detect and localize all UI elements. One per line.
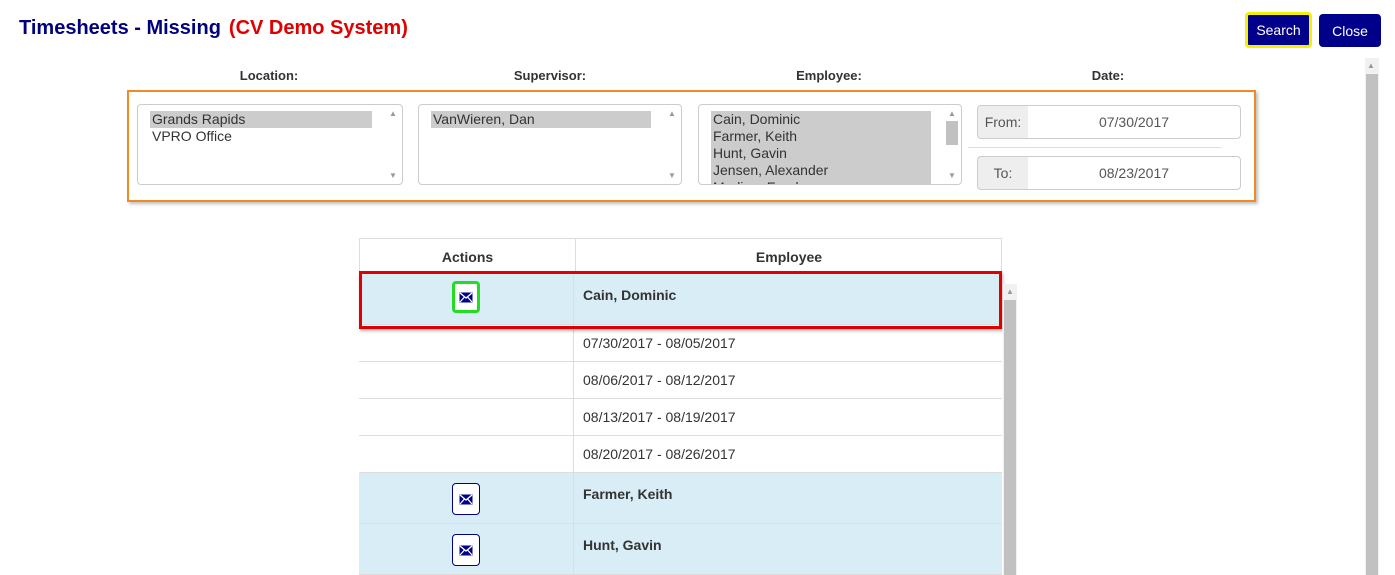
employee-name: Hunt, Gavin (583, 537, 662, 553)
period-range: 08/20/2017 - 08/26/2017 (583, 446, 736, 462)
from-label: From: (977, 105, 1029, 139)
period-row: 08/06/2017 - 08/12/2017 (359, 362, 1002, 399)
date-divider (968, 147, 1221, 148)
actions-column-header: Actions (360, 239, 576, 275)
actions-cell (359, 362, 574, 398)
employee-option[interactable]: Medina, Frank (711, 179, 931, 184)
table-scrollbar[interactable]: ▲ (1003, 284, 1017, 575)
employee-option[interactable]: Cain, Dominic (711, 111, 931, 128)
supervisor-option[interactable]: VanWieren, Dan (431, 111, 651, 128)
employee-row: Hunt, Gavin (359, 524, 1002, 575)
employee-row: Cain, Dominic (359, 274, 1002, 325)
employee-select[interactable]: Cain, Dominic Farmer, Keith Hunt, Gavin Jen… (698, 104, 962, 185)
actions-cell (359, 325, 574, 361)
actions-cell (359, 473, 574, 523)
actions-cell (359, 274, 574, 324)
scroll-down-icon[interactable]: ▼ (389, 171, 397, 180)
scroll-down-icon[interactable]: ▼ (948, 171, 956, 180)
employee-label: Employee: (796, 68, 862, 83)
actions-cell (359, 436, 574, 472)
table-scroll-thumb[interactable] (1004, 300, 1016, 575)
employee-option[interactable]: Hunt, Gavin (711, 145, 931, 162)
actions-cell (359, 524, 574, 574)
scroll-up-icon[interactable]: ▲ (668, 109, 676, 118)
from-date-input[interactable]: 07/30/2017 (1028, 105, 1241, 139)
supervisor-label: Supervisor: (513, 68, 587, 83)
scroll-up-icon[interactable]: ▲ (1367, 61, 1375, 70)
location-select[interactable]: Grands Rapids VPRO Office ▲ ▼ (137, 104, 403, 185)
page-title: Timesheets - Missing (CV Demo System) (19, 17, 408, 40)
employee-scrollbar[interactable]: ▲ ▼ (943, 105, 961, 184)
location-scrollbar[interactable]: ▲ ▼ (384, 105, 402, 184)
envelope-icon (459, 291, 473, 303)
search-button[interactable]: Search (1245, 12, 1312, 48)
envelope-icon (459, 493, 473, 505)
period-row: 08/20/2017 - 08/26/2017 (359, 436, 1002, 473)
scroll-up-icon[interactable]: ▲ (1006, 287, 1014, 296)
employee-name: Cain, Dominic (583, 287, 677, 303)
date-label: Date: (1091, 68, 1125, 83)
close-button[interactable]: Close (1319, 14, 1381, 47)
employee-option[interactable]: Farmer, Keith (711, 128, 931, 145)
employee-row: Farmer, Keith (359, 473, 1002, 524)
employee-column-header: Employee (755, 249, 823, 265)
to-date-input[interactable]: 08/23/2017 (1028, 156, 1241, 190)
location-option[interactable]: VPRO Office (150, 128, 372, 145)
location-option[interactable]: Grands Rapids (150, 111, 372, 128)
location-label: Location: (239, 68, 299, 83)
send-email-button[interactable] (452, 281, 480, 313)
send-email-button[interactable] (452, 534, 480, 566)
scroll-up-icon[interactable]: ▲ (389, 109, 397, 118)
supervisor-scrollbar[interactable]: ▲ ▼ (663, 105, 681, 184)
to-label: To: (977, 156, 1029, 190)
page-title-text: Timesheets - Missing (19, 17, 221, 39)
employee-name: Farmer, Keith (583, 486, 673, 502)
employee-scroll-thumb[interactable] (946, 121, 958, 145)
period-row: 07/30/2017 - 08/05/2017 (359, 325, 1002, 362)
scroll-up-icon[interactable]: ▲ (948, 109, 956, 118)
actions-cell (359, 399, 574, 435)
period-range: 08/06/2017 - 08/12/2017 (583, 372, 736, 388)
period-row: 08/13/2017 - 08/19/2017 (359, 399, 1002, 436)
envelope-icon (459, 544, 473, 556)
page-scroll-thumb[interactable] (1366, 74, 1378, 575)
scroll-down-icon[interactable]: ▼ (668, 171, 676, 180)
page-scrollbar[interactable]: ▲ (1365, 58, 1379, 575)
send-email-button[interactable] (452, 483, 480, 515)
table-header: Actions Employee (359, 238, 1002, 275)
period-range: 07/30/2017 - 08/05/2017 (583, 335, 736, 351)
system-name: (CV Demo System) (228, 17, 408, 39)
period-range: 08/13/2017 - 08/19/2017 (583, 409, 736, 425)
supervisor-select[interactable]: VanWieren, Dan ▲ ▼ (418, 104, 682, 185)
employee-option[interactable]: Jensen, Alexander (711, 162, 931, 179)
